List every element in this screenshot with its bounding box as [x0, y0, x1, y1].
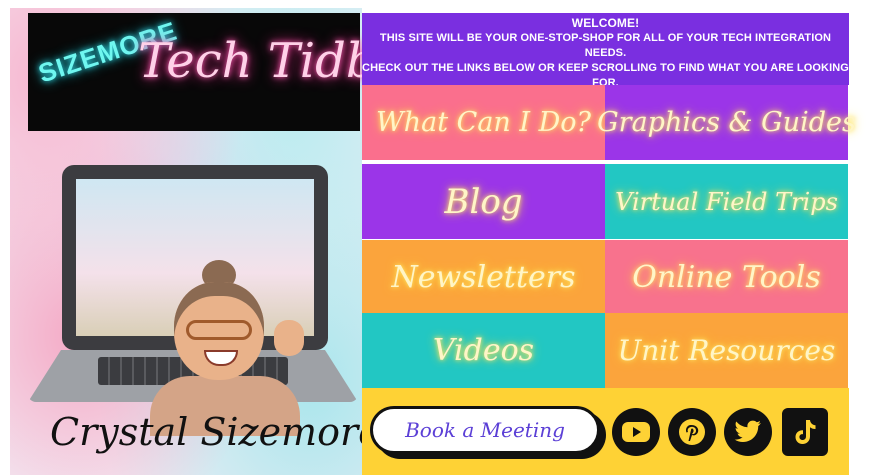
twitter-icon	[734, 420, 761, 442]
twitter-link[interactable]	[724, 408, 772, 456]
tile-unit-resources[interactable]: Unit Resources	[605, 313, 848, 388]
youtube-icon	[622, 422, 650, 442]
welcome-line-1: THIS SITE WILL BE YOUR ONE-STOP-SHOP FOR…	[379, 32, 832, 59]
banner-image: SIZEMORE Tech Tidbits Crystal Sizemore W…	[0, 0, 876, 475]
bottom-bar: Book a Meeting	[362, 388, 849, 475]
welcome-banner: WELCOME! THIS SITE WILL BE YOUR ONE-STOP…	[362, 13, 849, 89]
tiktok-icon	[795, 420, 816, 444]
youtube-link[interactable]	[612, 408, 660, 456]
book-meeting-button[interactable]: Book a Meeting	[370, 406, 600, 454]
laptop-illustration	[28, 165, 358, 436]
tile-what-can-i-do[interactable]: What Can I Do?	[362, 85, 605, 160]
tile-graphics-guides[interactable]: Graphics & Guides	[597, 85, 856, 160]
tile-newsletters[interactable]: Newsletters	[362, 240, 605, 315]
avatar-waving-hand	[274, 320, 304, 356]
tile-virtual-field-trips[interactable]: Virtual Field Trips	[605, 164, 848, 239]
pinterest-link[interactable]	[668, 408, 716, 456]
tiktok-link[interactable]	[782, 408, 828, 456]
bitmoji-avatar	[146, 260, 306, 436]
link-panel: WELCOME! THIS SITE WILL BE YOUR ONE-STOP…	[362, 13, 856, 475]
tile-online-tools[interactable]: Online Tools	[605, 240, 848, 315]
author-signature: Crystal Sizemore	[50, 410, 381, 454]
pinterest-icon	[679, 419, 705, 445]
tile-videos[interactable]: Videos	[362, 313, 605, 388]
site-logo: SIZEMORE Tech Tidbits	[28, 13, 436, 131]
welcome-title: WELCOME!	[571, 16, 640, 30]
tile-blog[interactable]: Blog	[362, 164, 605, 239]
avatar-glasses	[186, 320, 252, 340]
